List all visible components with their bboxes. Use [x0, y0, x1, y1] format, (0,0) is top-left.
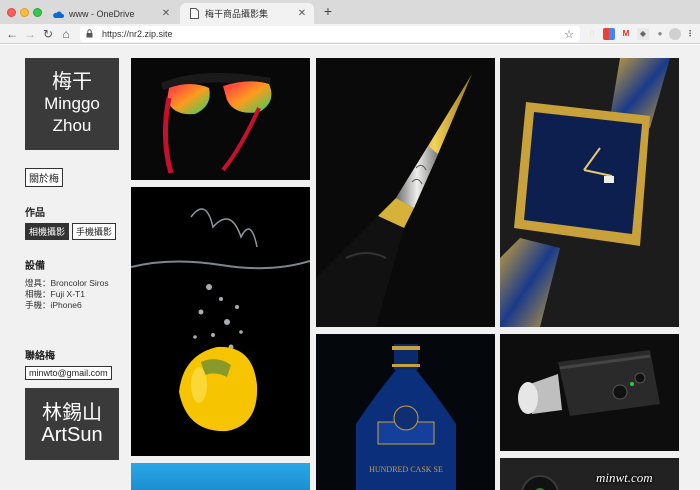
- photo-pepper-splash[interactable]: [131, 187, 310, 456]
- gmail-icon[interactable]: M: [620, 28, 632, 40]
- photo-fountain-pen[interactable]: [316, 58, 495, 327]
- extension-icon[interactable]: ◆: [637, 28, 649, 40]
- logo-chinese-name: 梅干: [52, 71, 92, 93]
- email-link[interactable]: minwto@gmail.com: [25, 366, 112, 380]
- tab-strip: www - OneDrive ✕ 梅干商品攝影集 ✕ +: [0, 0, 700, 24]
- bookmark-star-icon[interactable]: ☆: [564, 28, 574, 41]
- close-tab-icon[interactable]: ✕: [160, 8, 172, 19]
- tab-onedrive[interactable]: www - OneDrive ✕: [44, 3, 178, 24]
- logo-first-name: Minggo: [44, 94, 100, 113]
- bottle-label-text: HUNDRED CASK SE: [369, 465, 443, 474]
- close-tab-icon[interactable]: ✕: [296, 8, 308, 19]
- photo-wristwatch[interactable]: [500, 58, 679, 327]
- address-bar[interactable]: https://nr2.zip.site ☆: [80, 26, 580, 42]
- equipment-heading: 設備: [25, 261, 45, 272]
- extension-google-icon[interactable]: [603, 28, 615, 40]
- page-content: 梅干 Minggo Zhou 關於梅 作品 相機攝影 手機攝影 設備 燈具：Br…: [0, 45, 700, 490]
- document-icon: [188, 8, 200, 19]
- menu-icon[interactable]: ⋮: [684, 28, 696, 40]
- artsun-logo[interactable]: 林錫山 ArtSun: [25, 388, 119, 460]
- works-tabs: 相機攝影 手機攝影: [25, 223, 120, 240]
- sidebar: 梅干 Minggo Zhou 關於梅 作品 相機攝影 手機攝影 設備 燈具：Br…: [25, 58, 120, 460]
- photo-sunglasses[interactable]: [131, 58, 310, 180]
- tab-gallery[interactable]: 梅干商品攝影集 ✕: [180, 3, 314, 24]
- extension-leaf-icon[interactable]: ◌: [586, 28, 598, 40]
- equipment-item: 手機：iPhone6: [25, 300, 82, 310]
- logo-last-name: Zhou: [52, 116, 92, 135]
- new-tab-button[interactable]: +: [320, 3, 336, 19]
- photo-strobe-light[interactable]: [500, 334, 679, 451]
- watermark-text: minwt.com: [596, 470, 653, 485]
- profile-avatar[interactable]: [669, 28, 681, 40]
- home-icon[interactable]: ⌂: [58, 26, 74, 42]
- logo2-english-name: ArtSun: [41, 424, 103, 446]
- about-button[interactable]: 關於梅: [25, 168, 63, 187]
- extension-ghost-icon[interactable]: ●: [654, 28, 666, 40]
- tab-title: www - OneDrive: [69, 8, 135, 19]
- browser-toolbar: ← → ↻ ⌂ https://nr2.zip.site ☆ ◌ M ◆ ● ⋮: [0, 24, 700, 44]
- cloud-icon: [52, 10, 64, 18]
- contact-heading: 聯絡梅: [25, 351, 55, 362]
- zoom-window-button[interactable]: [33, 8, 42, 17]
- photo-whisky-bottle[interactable]: HUNDRED CASK SE: [316, 334, 495, 490]
- equipment-list: 燈具：Broncolor Siros 相機：Fuji X-T1 手機：iPhon…: [25, 278, 120, 311]
- forward-arrow-icon[interactable]: →: [22, 26, 38, 42]
- photo-sky[interactable]: [131, 463, 310, 490]
- close-window-button[interactable]: [7, 8, 16, 17]
- works-heading: 作品: [25, 208, 45, 219]
- reload-icon[interactable]: ↻: [40, 26, 56, 42]
- tab-title: 梅干商品攝影集: [205, 9, 269, 19]
- equipment-item: 相機：Fuji X-T1: [25, 289, 85, 299]
- tab-phone-photography[interactable]: 手機攝影: [72, 223, 117, 240]
- lock-icon: [86, 28, 96, 40]
- site-logo[interactable]: 梅干 Minggo Zhou: [25, 58, 119, 150]
- url-text: https://nr2.zip.site: [102, 29, 173, 39]
- minimize-window-button[interactable]: [20, 8, 29, 17]
- equipment-item: 燈具：Broncolor Siros: [25, 278, 109, 288]
- tab-camera-photography[interactable]: 相機攝影: [25, 223, 70, 240]
- back-arrow-icon[interactable]: ←: [4, 26, 20, 42]
- logo2-chinese-name: 林錫山: [42, 402, 102, 424]
